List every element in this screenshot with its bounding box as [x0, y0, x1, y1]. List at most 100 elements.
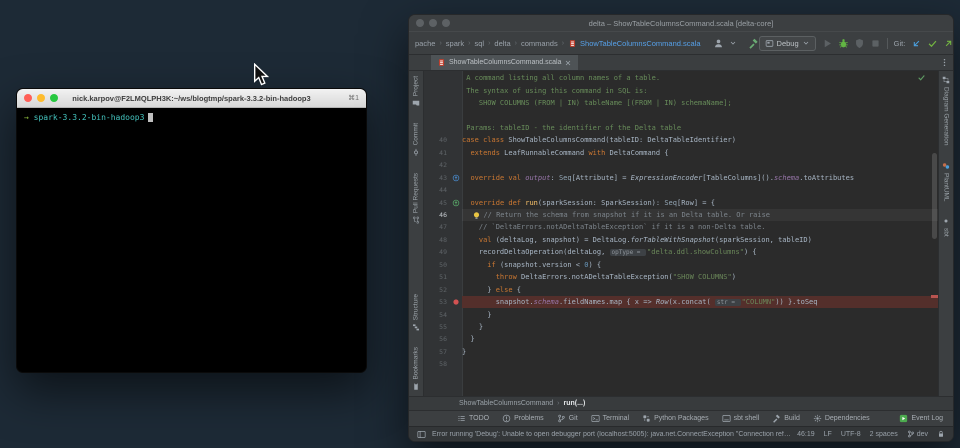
code-text: // Return the schema from snapshot if it…	[462, 209, 938, 221]
sidebar-item-pull-requests[interactable]: Pull Requests	[412, 173, 420, 224]
push-button[interactable]	[943, 38, 954, 49]
code-segment: (x.concat(	[669, 298, 715, 306]
code-line: 57}	[424, 346, 938, 358]
minimize-window-button[interactable]	[37, 94, 45, 102]
status-message[interactable]: Error running 'Debug': Unable to open de…	[432, 431, 791, 438]
error-stripe-mark[interactable]	[931, 295, 938, 298]
sidebar-item-diagram-generation[interactable]: Diagram Generation	[942, 76, 950, 146]
line-number: 45	[424, 199, 450, 207]
gutter-marker[interactable]	[450, 174, 462, 182]
sidebar-item-plantuml[interactable]: PlantUML	[942, 162, 950, 202]
tool-window-button-sbt-shell[interactable]: sbt shell	[722, 414, 760, 423]
tab-showtablecolumnscommand[interactable]: ShowTableColumnsCommand.scala	[431, 55, 578, 70]
minimize-window-button[interactable]	[429, 19, 437, 27]
tool-window-button-problems[interactable]: Problems	[502, 414, 544, 423]
line-number: 47	[424, 223, 450, 231]
code-line: 43 override val output: Seq[Attribute] =…	[424, 172, 938, 184]
code-segment: output	[525, 174, 550, 182]
code-line: 48 val (deltaLog, snapshot) = DeltaLog.f…	[424, 234, 938, 246]
sidebar-item-commit[interactable]: Commit	[412, 123, 420, 156]
tool-window-button-git[interactable]: Git	[557, 414, 578, 423]
sidebar-item-structure[interactable]: Structure	[412, 294, 420, 331]
breadcrumb-item[interactable]: delta	[494, 39, 510, 48]
code-editor[interactable]: A command listing all column names of a …	[424, 71, 938, 396]
breadcrumb-item[interactable]: commands	[521, 39, 558, 48]
code-line: The syntax of using this command in SQL …	[424, 84, 938, 96]
coverage-button[interactable]	[854, 38, 865, 49]
code-segment: }	[462, 335, 475, 343]
tool-window-button-todo[interactable]: TODO	[457, 414, 489, 423]
intention-bulb-icon[interactable]	[472, 211, 481, 220]
commit-button[interactable]	[927, 38, 938, 49]
zoom-window-button[interactable]	[442, 19, 450, 27]
code-segment: "COLUMN"	[742, 298, 776, 306]
run-button[interactable]	[822, 38, 833, 49]
tool-windows-toggle-icon[interactable]	[417, 430, 426, 439]
code-segment: }	[462, 311, 492, 319]
tool-window-button-terminal[interactable]: Terminal	[591, 414, 629, 423]
update-project-button[interactable]	[911, 38, 922, 49]
terminal-content[interactable]: → spark-3.3.2-bin-hadoop3	[17, 108, 366, 127]
code-segment: }	[462, 348, 466, 356]
code-line: 49 recordDeltaOperation(deltaLog, opType…	[424, 246, 938, 258]
stripe-label: Structure	[413, 294, 420, 320]
code-text: throw DeltaErrors.notADeltaTableExceptio…	[462, 271, 938, 283]
sidebar-item-bookmarks[interactable]: Bookmarks	[412, 347, 420, 391]
close-window-button[interactable]	[24, 94, 32, 102]
main-toolbar: pache›spark›sql›delta›commands›ShowTable…	[409, 31, 953, 55]
code-text	[462, 358, 938, 370]
line-number: 55	[424, 323, 450, 331]
line-number: 51	[424, 273, 450, 281]
tool-window-button-python-packages[interactable]: Python Packages	[642, 414, 708, 423]
sidebar-item-sbt[interactable]: sbt	[942, 217, 950, 237]
code-segment: A command listing all column names of a …	[462, 74, 660, 82]
code-line	[424, 109, 938, 121]
breadcrumb-method[interactable]: run(...)	[564, 400, 586, 407]
code-text: snapshot.schema.fieldNames.map { x => Ro…	[462, 296, 938, 308]
debug-button[interactable]	[838, 38, 849, 49]
code-segment: str =	[715, 299, 741, 306]
line-number: 41	[424, 149, 450, 157]
line-number: 53	[424, 298, 450, 306]
git-branch-widget[interactable]: dev	[907, 430, 928, 438]
breakpoint[interactable]	[450, 298, 462, 306]
event-log-button[interactable]: Event Log	[899, 414, 943, 423]
file-encoding[interactable]: UTF-8	[841, 431, 861, 438]
close-window-button[interactable]	[416, 19, 424, 27]
stripe-label: PlantUML	[943, 173, 950, 202]
build-project-button[interactable]	[748, 38, 759, 49]
tool-window-bar: TODO Problems Git Terminal Python Packages sb…	[409, 410, 953, 426]
line-ending[interactable]: LF	[824, 431, 832, 438]
gutter-marker[interactable]	[450, 199, 462, 207]
breadcrumb-file[interactable]: ShowTableColumnsCommand.scala	[568, 39, 700, 48]
lock-icon[interactable]	[937, 430, 945, 438]
editor-scrollbar[interactable]	[932, 153, 937, 239]
breadcrumb-item[interactable]: spark	[446, 39, 464, 48]
tool-window-button-dependencies[interactable]: Dependencies	[813, 414, 870, 423]
breakpoint-icon	[452, 298, 460, 306]
line-number: 49	[424, 248, 450, 256]
code-segment: // Return the schema from snapshot if it…	[483, 211, 770, 219]
chevron-down-icon[interactable]	[729, 39, 737, 47]
code-segment: [TableColumns]().	[702, 174, 774, 182]
inspections-ok-icon[interactable]	[917, 73, 926, 82]
sidebar-item-project[interactable]: Project	[412, 76, 420, 107]
code-text: override val output: Seq[Attribute] = Ex…	[462, 172, 938, 184]
run-configuration-select[interactable]: Debug	[759, 36, 816, 51]
stop-button[interactable]	[870, 38, 881, 49]
user-icon[interactable]	[713, 38, 724, 49]
run-config-label: Debug	[777, 39, 799, 48]
breadcrumb-class[interactable]: ShowTableColumnsCommand	[459, 400, 553, 407]
line-number: 57	[424, 348, 450, 356]
tool-window-button-build[interactable]: Build	[772, 414, 800, 423]
caret-position[interactable]: 46:19	[797, 431, 815, 438]
breadcrumb-item[interactable]: pache	[415, 39, 435, 48]
code-segment: Seq	[559, 174, 572, 182]
line-number: 46	[424, 211, 450, 219]
tab-options-icon[interactable]	[940, 58, 949, 67]
right-tool-stripe: Diagram Generation PlantUML sbt	[938, 71, 953, 396]
close-icon[interactable]	[564, 59, 572, 67]
breadcrumb-item[interactable]: sql	[474, 39, 484, 48]
line-number: 48	[424, 236, 450, 244]
indent-setting[interactable]: 2 spaces	[870, 431, 898, 438]
